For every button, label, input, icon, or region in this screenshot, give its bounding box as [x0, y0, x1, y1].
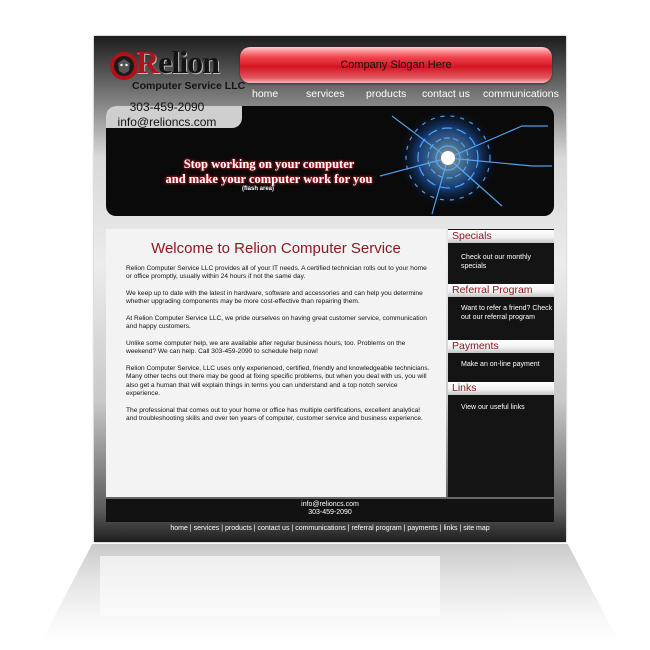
footer-link-services[interactable]: services	[194, 525, 220, 532]
footer-link-home[interactable]: home	[170, 525, 188, 532]
sidebar-heading-payments[interactable]: Payments	[448, 340, 554, 353]
nav-contact-us[interactable]: contact us	[422, 88, 470, 100]
logo-tagline: Computer Service LLC	[132, 80, 246, 92]
header-phone[interactable]: 303-459-2090	[94, 100, 240, 115]
paragraph: Relion Computer Service, LLC uses only e…	[126, 365, 430, 398]
reflection-pane	[100, 556, 440, 616]
slogan-bar: Company Slogan Here	[240, 47, 552, 83]
sidebar-text-links[interactable]: View our useful links	[448, 395, 554, 413]
banner-line-1: Stop working on your computer	[183, 157, 355, 171]
footer-link-links[interactable]: links	[443, 525, 457, 532]
sidebar-text-payments[interactable]: Make an on-line payment	[448, 353, 554, 382]
paragraph: Unlike some computer help, we are availa…	[126, 340, 406, 356]
nav-home[interactable]: home	[252, 88, 278, 100]
footer-link-communications[interactable]: communications	[295, 525, 346, 532]
logo-wordmark: Relion	[136, 44, 220, 80]
banner-note: (flash area)	[242, 186, 275, 192]
content-footer: info@relioncs.com 303-459-2090	[106, 499, 554, 522]
sidebar: Specials Check out our monthly specials …	[448, 229, 554, 497]
footer-phone: 303-459-2090	[308, 509, 352, 517]
sidebar-heading-referral[interactable]: Referral Program	[448, 284, 554, 297]
sidebar-heading-specials[interactable]: Specials	[448, 230, 554, 243]
paragraph: At Relion Computer Service LLC, we pride…	[126, 315, 427, 331]
logo-wordmark-rest: elion	[158, 44, 220, 80]
top-nav: home services products contact us commun…	[240, 88, 559, 102]
sidebar-heading-links[interactable]: Links	[448, 382, 554, 395]
header-email[interactable]: info@relioncs.com	[94, 115, 240, 130]
nav-communications[interactable]: communications	[483, 88, 559, 100]
footer-link-payments[interactable]: payments	[407, 525, 437, 532]
nav-services[interactable]: services	[306, 88, 345, 100]
paragraph: Relion Computer Service LLC provides all…	[126, 265, 427, 281]
paragraph: The professional that comes out to your …	[126, 406, 423, 423]
footer-link-contact-us[interactable]: contact us	[258, 525, 290, 532]
website-mockup: Relion Computer Service LLC Company Slog…	[94, 36, 566, 542]
header-contact: 303-459-2090 info@relioncs.com	[94, 100, 240, 130]
footer-email[interactable]: info@relioncs.com	[106, 501, 554, 509]
sidebar-text-specials[interactable]: Check out our monthly specials	[448, 243, 554, 284]
mirror-reflection	[40, 544, 620, 644]
paragraph: We keep up to date with the latest in ha…	[126, 290, 423, 306]
footer-link-products[interactable]: products	[225, 525, 252, 532]
sidebar-text-referral[interactable]: Want to refer a friend? Check out our re…	[448, 297, 554, 340]
footer-link-referral-program[interactable]: referral program	[351, 525, 401, 532]
content-body: Relion Computer Service LLC provides all…	[126, 265, 430, 432]
page-title: Welcome to Relion Computer Service	[151, 240, 401, 257]
nav-products[interactable]: products	[366, 88, 406, 100]
logo[interactable]: Relion Computer Service LLC	[108, 44, 245, 100]
bottom-nav: home | services | products | contact us …	[94, 525, 566, 532]
banner-line-2: and make your computer work for you	[165, 172, 373, 186]
banner-headline: Stop working on your computer and make y…	[134, 157, 404, 187]
footer-link-site-map[interactable]: site map	[463, 525, 489, 532]
main-content: Welcome to Relion Computer Service Relio…	[106, 229, 446, 497]
